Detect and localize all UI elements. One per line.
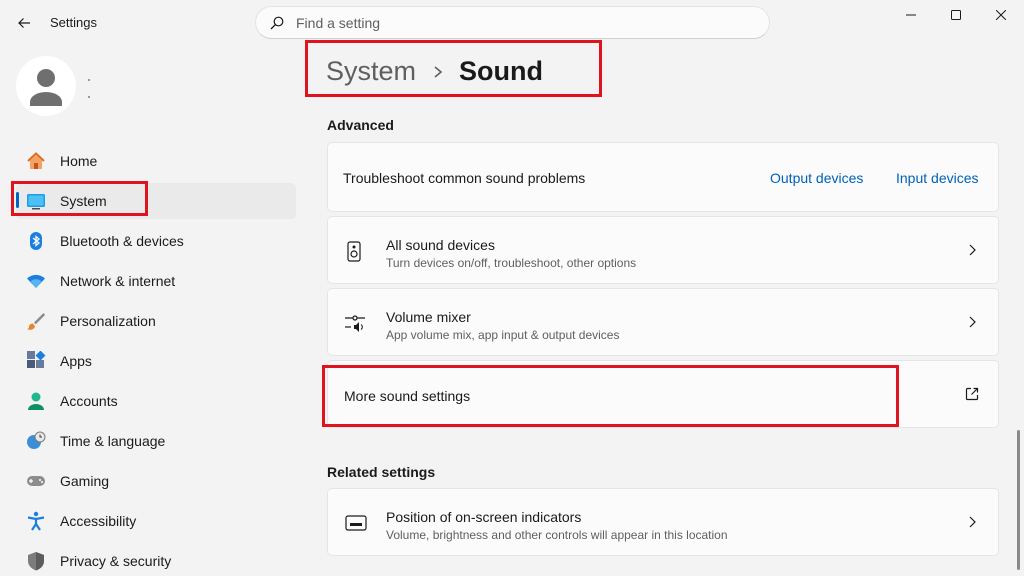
sidebar-item-label: Bluetooth & devices (60, 233, 184, 249)
brush-icon (26, 311, 46, 331)
sidebar-item-label: Gaming (60, 473, 110, 489)
sidebar-item-label: Privacy & security (60, 553, 172, 569)
sidebar-item-label: Home (60, 153, 98, 169)
profile-email-placeholder (88, 96, 90, 98)
close-button[interactable] (978, 0, 1024, 30)
close-icon (996, 10, 1006, 20)
all-sound-devices-title: All sound devices (386, 237, 495, 253)
maximize-icon (951, 10, 961, 20)
speaker-icon (346, 241, 364, 268)
sidebar-item-label: Accounts (60, 393, 118, 409)
volume-mixer-card[interactable]: Volume mixer App volume mix, app input &… (327, 288, 999, 356)
section-title-advanced: Advanced (327, 117, 394, 133)
app-title: Settings (50, 15, 97, 30)
more-sound-settings-highlight-box (322, 365, 899, 427)
profile-name-placeholder (88, 79, 90, 81)
time-language-icon (26, 431, 46, 451)
sidebar-item-label: Accessibility (60, 513, 137, 529)
back-arrow-icon (18, 18, 30, 28)
chevron-right-icon (964, 514, 980, 530)
sidebar-item-apps[interactable]: Apps (16, 343, 296, 379)
search-input[interactable] (296, 14, 736, 31)
position-indicators-subtitle: Volume, brightness and other controls wi… (386, 528, 728, 542)
sidebar-item-label: Apps (60, 353, 92, 369)
sidebar-item-time-language[interactable]: Time & language (16, 423, 296, 459)
shield-icon (26, 551, 46, 571)
sidebar-item-label: Time & language (60, 433, 166, 449)
accessibility-icon (26, 511, 46, 531)
chevron-right-icon (964, 242, 980, 258)
output-devices-link[interactable]: Output devices (770, 170, 863, 186)
sidebar-item-privacy-security[interactable]: Privacy & security (16, 543, 296, 576)
input-devices-link[interactable]: Input devices (896, 170, 979, 186)
sidebar-item-label: Network & internet (60, 273, 176, 289)
sidebar-item-accessibility[interactable]: Accessibility (16, 503, 296, 539)
system-highlight-box (11, 181, 148, 216)
volume-mixer-title: Volume mixer (386, 309, 471, 325)
troubleshoot-label: Troubleshoot common sound problems (343, 170, 586, 186)
breadcrumb-highlight-box (305, 40, 602, 97)
sidebar-item-accounts[interactable]: Accounts (16, 383, 296, 419)
troubleshoot-card: Troubleshoot common sound problems Outpu… (327, 142, 999, 212)
all-sound-devices-subtitle: Turn devices on/off, troubleshoot, other… (386, 256, 637, 270)
position-indicators-title: Position of on-screen indicators (386, 509, 582, 525)
chevron-right-icon (964, 314, 980, 330)
position-indicators-card[interactable]: Position of on-screen indicators Volume,… (327, 488, 999, 556)
accounts-icon (26, 391, 46, 411)
back-button[interactable] (10, 9, 38, 37)
bluetooth-icon (26, 231, 46, 251)
minimize-button[interactable] (888, 0, 934, 30)
search-box[interactable] (255, 6, 770, 39)
home-icon (26, 151, 46, 171)
sidebar-item-bluetooth[interactable]: Bluetooth & devices (16, 223, 296, 259)
volume-mixer-icon (344, 313, 366, 338)
avatar[interactable] (16, 56, 76, 116)
user-icon (30, 69, 62, 106)
minimize-icon (906, 14, 916, 16)
section-title-related: Related settings (327, 464, 436, 480)
volume-mixer-subtitle: App volume mix, app input & output devic… (386, 328, 620, 342)
sidebar-item-network[interactable]: Network & internet (16, 263, 296, 299)
sidebar-item-gaming[interactable]: Gaming (16, 463, 296, 499)
sidebar-item-home[interactable]: Home (16, 143, 296, 179)
sidebar-item-label: Personalization (60, 313, 156, 329)
all-sound-devices-card[interactable]: All sound devices Turn devices on/off, t… (327, 216, 999, 284)
gaming-icon (26, 471, 46, 491)
screen-indicator-icon (345, 515, 367, 536)
apps-icon (26, 351, 46, 371)
scrollbar[interactable] (1017, 430, 1020, 570)
sidebar-item-personalization[interactable]: Personalization (16, 303, 296, 339)
external-link-icon (964, 386, 980, 402)
maximize-button[interactable] (933, 0, 979, 30)
search-icon (270, 16, 284, 29)
wifi-icon (26, 271, 46, 291)
